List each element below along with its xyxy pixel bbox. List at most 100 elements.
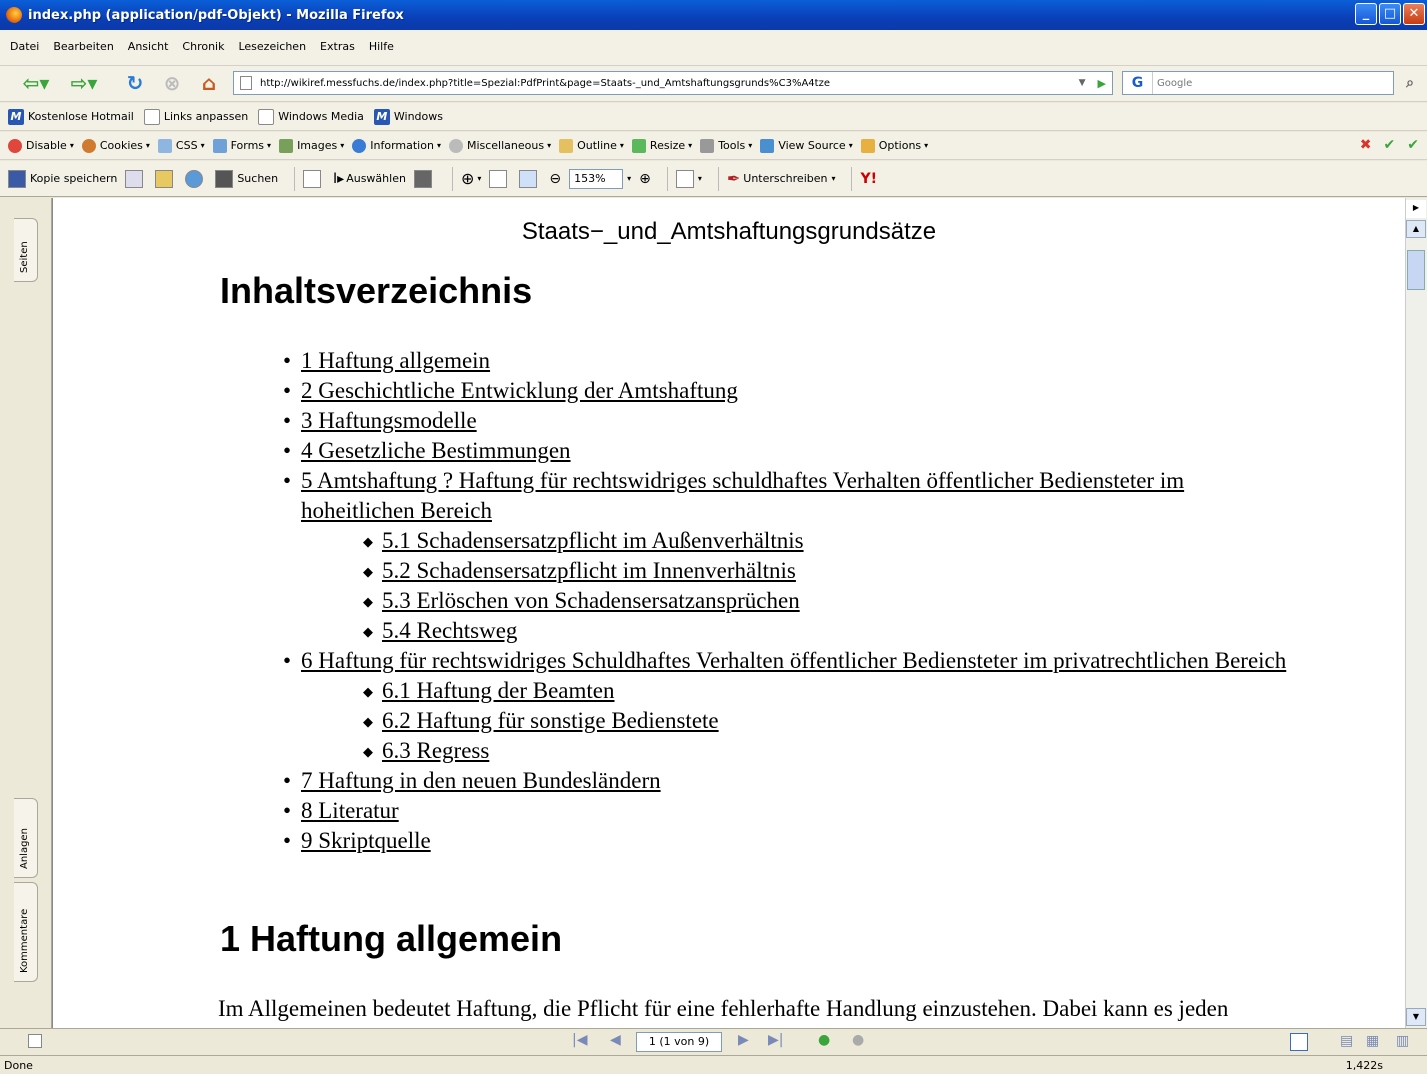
go-forward-view-icon[interactable]: ●: [852, 1032, 864, 1048]
wd-disable[interactable]: Disable ▾: [8, 138, 74, 153]
stop-icon[interactable]: ⊗: [158, 70, 186, 96]
forward-arrow-icon[interactable]: ⇨▾: [62, 70, 106, 96]
toc-link[interactable]: 9 Skriptquelle: [301, 828, 431, 853]
ok-check-icon[interactable]: ✔: [1407, 137, 1419, 153]
wd-options[interactable]: Options ▾: [860, 138, 928, 153]
fit-width-button[interactable]: [519, 169, 541, 188]
search-box[interactable]: G: [1122, 71, 1394, 95]
menu-extras[interactable]: Extras: [320, 40, 355, 53]
search-input[interactable]: [1153, 77, 1393, 89]
tab-attachments[interactable]: Anlagen: [14, 798, 38, 878]
toc-link[interactable]: 6 Haftung für rechtswidriges Schuldhafte…: [301, 648, 1286, 673]
facing-page-icon[interactable]: ▦: [1366, 1033, 1379, 1049]
bookmark-windows-media[interactable]: Windows Media: [258, 108, 364, 125]
wd-tools[interactable]: Tools ▾: [700, 138, 752, 153]
bookmark-links-anpassen[interactable]: Links anpassen: [143, 108, 248, 125]
error-x-icon[interactable]: ✖: [1360, 137, 1372, 153]
zoom-tool-button[interactable]: ⊕ ▾: [461, 169, 481, 188]
wd-information[interactable]: Information ▾: [352, 138, 441, 153]
snapshot-button[interactable]: [413, 169, 436, 188]
toc-link[interactable]: 5.3 Erlöschen von Schadensersatzansprüch…: [382, 588, 800, 613]
wd-outline[interactable]: Outline ▾: [559, 138, 624, 153]
close-button[interactable]: ✕: [1403, 3, 1425, 25]
email-button[interactable]: [155, 169, 177, 188]
sign-button[interactable]: ✒ Unterschreiben ▾: [727, 169, 836, 188]
scroll-up-button[interactable]: ▲: [1406, 220, 1426, 238]
first-page-icon[interactable]: |◀: [572, 1032, 587, 1048]
toc-link[interactable]: 3 Haftungsmodelle: [301, 408, 477, 433]
tab-pages[interactable]: Seiten: [14, 218, 38, 282]
panel-expand-icon[interactable]: ▶: [1406, 200, 1426, 218]
panel-toggle-icon[interactable]: [28, 1034, 42, 1048]
scroll-down-button[interactable]: ▼: [1406, 1008, 1426, 1026]
google-icon[interactable]: G: [1123, 72, 1153, 94]
wd-forms[interactable]: Forms ▾: [212, 138, 271, 153]
toc-link[interactable]: 6.2 Haftung für sonstige Bedienstete: [382, 708, 719, 733]
menu-datei[interactable]: Datei: [10, 40, 39, 53]
wd-miscellaneous[interactable]: Miscellaneous ▾: [448, 138, 551, 153]
maximize-button[interactable]: □: [1379, 3, 1401, 25]
search-button[interactable]: Suchen: [215, 169, 278, 188]
prev-page-icon[interactable]: ◀: [610, 1032, 621, 1048]
page-icon: [240, 76, 252, 90]
wd-css[interactable]: CSS ▾: [157, 138, 205, 153]
single-page-icon[interactable]: [1290, 1033, 1308, 1051]
go-back-view-icon[interactable]: ●: [818, 1032, 830, 1048]
toc-link[interactable]: 8 Literatur: [301, 798, 399, 823]
menu-chronik[interactable]: Chronik: [182, 40, 224, 53]
page-number-input[interactable]: 1 (1 von 9): [636, 1032, 722, 1052]
menu-bar: Datei Bearbeiten Ansicht Chronik Lesezei…: [0, 30, 1427, 66]
msn-icon: M: [8, 108, 24, 125]
wd-cookies[interactable]: Cookies ▾: [81, 138, 150, 153]
menu-ansicht[interactable]: Ansicht: [128, 40, 169, 53]
tab-comments[interactable]: Kommentare: [14, 882, 38, 982]
zoom-input[interactable]: 153%: [569, 168, 624, 189]
menu-hilfe[interactable]: Hilfe: [369, 40, 394, 53]
toc-link[interactable]: 2 Geschichtliche Entwicklung der Amtshaf…: [301, 378, 738, 403]
hand-tool-button[interactable]: [303, 169, 325, 188]
toc-link[interactable]: 6.3 Regress: [382, 738, 489, 763]
dropdown-arrow-icon[interactable]: ▼: [1079, 78, 1086, 88]
url-input[interactable]: [260, 77, 1079, 89]
toc-link[interactable]: 5.2 Schadensersatzpflicht im Innenverhäl…: [382, 558, 796, 583]
misc-icon: [448, 138, 463, 153]
vertical-scrollbar[interactable]: ▶ ▲ ▼: [1405, 198, 1427, 1028]
search-icon[interactable]: ⌕: [1398, 70, 1422, 96]
go-icon[interactable]: ▶: [1098, 77, 1106, 90]
home-icon[interactable]: ⌂: [194, 70, 224, 96]
web-button[interactable]: [185, 169, 207, 188]
menu-bearbeiten[interactable]: Bearbeiten: [53, 40, 113, 53]
menu-lesezeichen[interactable]: Lesezeichen: [238, 40, 306, 53]
wd-resize[interactable]: Resize ▾: [631, 138, 692, 153]
continuous-facing-icon[interactable]: ▥: [1396, 1033, 1409, 1049]
page-layout-button[interactable]: ▾: [675, 169, 702, 188]
save-copy-button[interactable]: Kopie speichern: [8, 169, 117, 188]
zoom-in-button[interactable]: ⊕: [639, 171, 651, 187]
last-page-icon[interactable]: ▶|: [768, 1032, 783, 1048]
continuous-page-icon[interactable]: ▤: [1340, 1033, 1353, 1049]
print-button[interactable]: [125, 169, 147, 188]
bookmark-windows[interactable]: M Windows: [373, 108, 443, 125]
fit-page-button[interactable]: [489, 169, 511, 188]
yahoo-button[interactable]: Y!: [860, 171, 877, 187]
wd-view-source[interactable]: View Source ▾: [760, 138, 853, 153]
wd-images[interactable]: Images ▾: [279, 138, 344, 153]
toc-link[interactable]: 5.1 Schadensersatzpflicht im Außenverhäl…: [382, 528, 804, 553]
back-arrow-icon[interactable]: ⇦▾: [16, 70, 56, 96]
next-page-icon[interactable]: ▶: [738, 1032, 749, 1048]
minimize-button[interactable]: _: [1355, 3, 1377, 25]
address-bar[interactable]: ▼ ▶: [233, 71, 1113, 95]
toc-link[interactable]: 7 Haftung in den neuen Bundesländern: [301, 768, 661, 793]
zoom-out-button[interactable]: ⊖: [549, 171, 561, 187]
toc-link[interactable]: 5.4 Rechtsweg: [382, 618, 517, 643]
toc-link[interactable]: 4 Gesetzliche Bestimmungen: [301, 438, 571, 463]
reload-icon[interactable]: ↻: [120, 70, 150, 96]
toc-link[interactable]: 1 Haftung allgemein: [301, 348, 490, 373]
ok-check-icon[interactable]: ✔: [1384, 137, 1396, 153]
bookmark-hotmail[interactable]: M Kostenlose Hotmail: [8, 108, 134, 125]
scroll-thumb[interactable]: [1407, 250, 1425, 290]
toc-link[interactable]: 6.1 Haftung der Beamten: [382, 678, 614, 703]
zoom-dropdown[interactable]: ▾: [627, 174, 631, 183]
select-tool-button[interactable]: I▸ Auswählen: [333, 171, 406, 187]
toc-link[interactable]: 5 Amtshaftung ? Haftung für rechtswidrig…: [301, 468, 1184, 523]
